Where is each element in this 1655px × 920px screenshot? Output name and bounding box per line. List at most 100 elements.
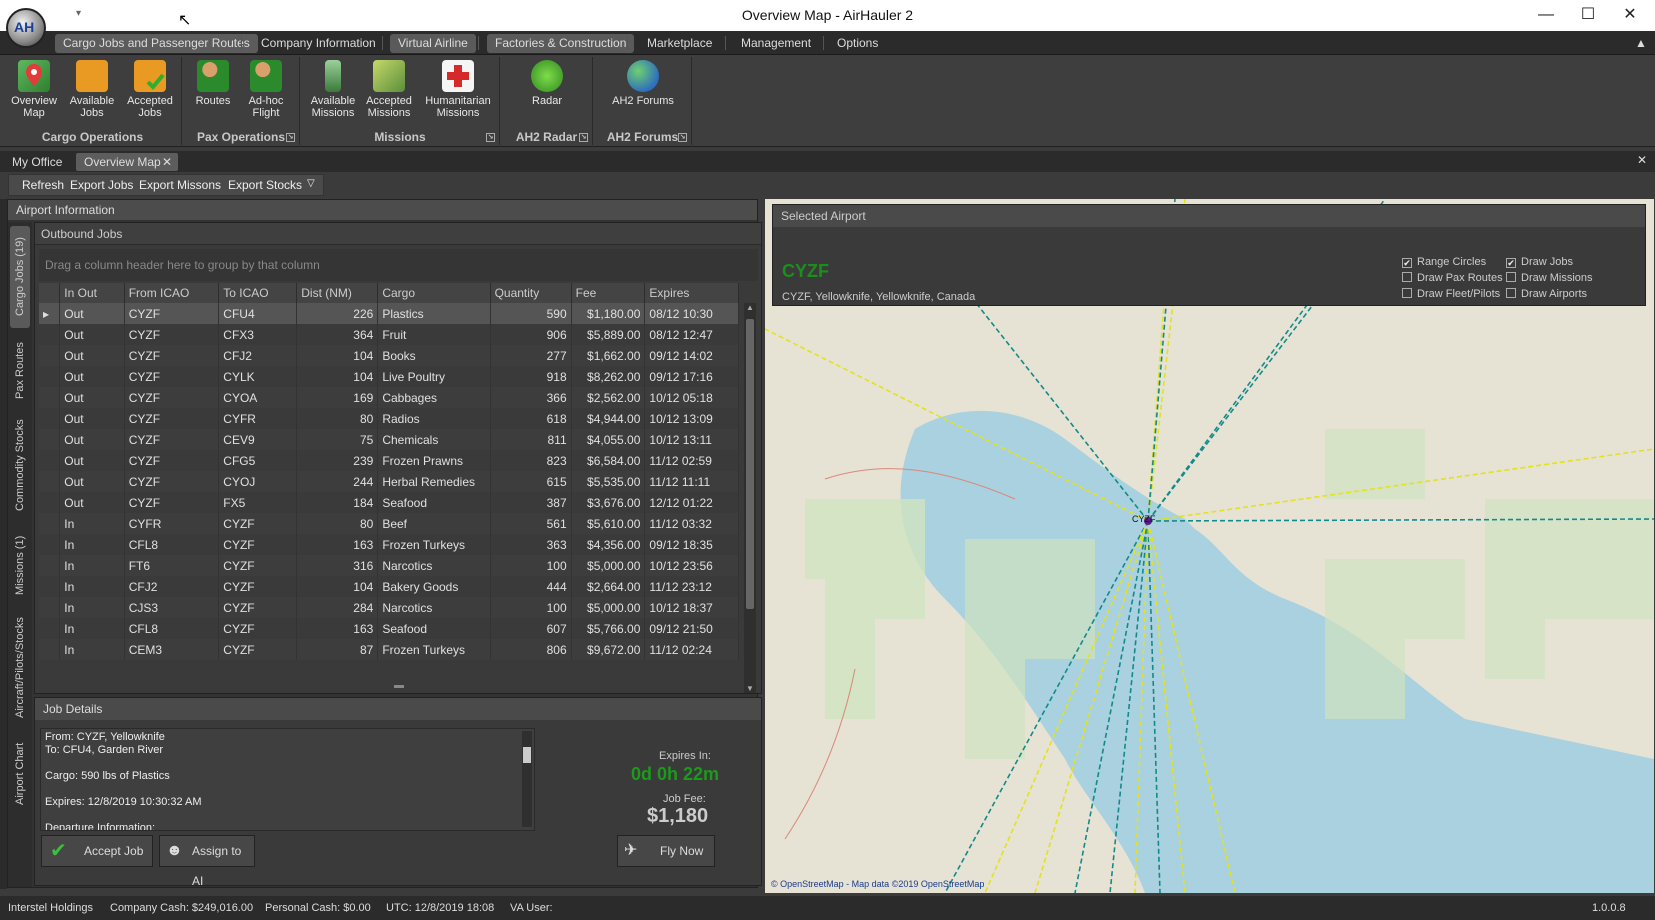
table-cell[interactable]: 823 — [490, 450, 572, 471]
close-tab-icon[interactable]: ✕ — [162, 153, 172, 171]
overview-map-button[interactable]: Overview Map — [8, 60, 60, 119]
table-cell[interactable]: Beef — [377, 513, 491, 534]
accepted-missions-button[interactable]: Accepted Missions — [363, 60, 415, 119]
draw-airports-checkbox[interactable]: Draw Airports — [1506, 288, 1587, 300]
table-cell[interactable]: 100 — [490, 597, 572, 618]
table-row[interactable]: Out CYZF CYOJ 244 Herbal Remedies 615 $5,535.0… — [39, 471, 739, 492]
table-cell[interactable]: Seafood — [377, 492, 491, 513]
available-missions-button[interactable]: Available Missions — [307, 60, 359, 119]
table-cell[interactable]: Narcotics — [377, 555, 491, 576]
table-cell[interactable]: $5,766.00 — [571, 618, 646, 639]
table-cell[interactable]: 811 — [490, 429, 572, 450]
table-cell[interactable]: CEV9 — [218, 429, 298, 450]
table-cell[interactable]: 104 — [296, 345, 379, 366]
group-by-hint[interactable]: Drag a column header here to group by th… — [39, 249, 758, 281]
tab-commodity-stocks[interactable]: Commodity Stocks — [10, 410, 30, 520]
table-cell[interactable]: In — [59, 513, 125, 534]
table-cell[interactable]: 607 — [490, 618, 572, 639]
table-row[interactable]: Out CYZF CFG5 239 Frozen Prawns 823 $6,584.00 1… — [39, 450, 739, 471]
table-cell[interactable]: CYZF — [124, 471, 220, 492]
accepted-jobs-button[interactable]: Accepted Jobs — [122, 60, 178, 119]
table-cell[interactable]: CYZF — [124, 492, 220, 513]
table-cell[interactable]: 615 — [490, 471, 572, 492]
table-cell[interactable]: CYLK — [218, 366, 298, 387]
column-header[interactable]: Quantity — [490, 283, 572, 303]
table-cell[interactable]: 906 — [490, 324, 572, 345]
range-circles-checkbox[interactable]: ✔ Range Circles — [1402, 256, 1486, 268]
accept-job-button[interactable]: ✔ Accept Job — [41, 835, 153, 867]
export-stocks-button[interactable]: Export Stocks — [228, 178, 302, 192]
table-cell[interactable]: CYZF — [124, 324, 220, 345]
table-row[interactable]: In CFL8 CYZF 163 Frozen Turkeys 363 $4,356.00 0… — [39, 534, 739, 555]
tab-missions[interactable]: Missions (1) — [10, 525, 30, 605]
table-cell[interactable]: 163 — [296, 534, 379, 555]
table-row[interactable]: In FT6 CYZF 316 Narcotics 100 $5,000.00 10/12 2… — [39, 555, 739, 576]
table-cell[interactable]: FT6 — [124, 555, 220, 576]
table-cell[interactable]: 10/12 13:09 — [644, 408, 739, 429]
table-cell[interactable]: 363 — [490, 534, 572, 555]
table-cell[interactable]: 11/12 03:32 — [644, 513, 739, 534]
tab-airport-chart[interactable]: Airport Chart — [10, 734, 30, 814]
table-cell[interactable]: 590 — [490, 303, 572, 324]
overview-map[interactable]: CYZF Selected Airport CYZF CYZF, Yellowk… — [765, 199, 1654, 893]
table-cell[interactable]: Frozen Turkeys — [377, 534, 491, 555]
ah2-forums-button[interactable]: AH2 Forums — [606, 60, 680, 107]
table-cell[interactable]: CYZF — [218, 513, 298, 534]
table-row[interactable]: In CFJ2 CYZF 104 Bakery Goods 444 $2,664.00 11/… — [39, 576, 739, 597]
table-cell[interactable]: Bakery Goods — [377, 576, 491, 597]
table-cell[interactable]: $4,356.00 — [571, 534, 646, 555]
table-cell[interactable]: $5,000.00 — [571, 555, 646, 576]
table-cell[interactable]: CYZF — [218, 555, 298, 576]
table-cell[interactable]: 80 — [296, 408, 379, 429]
table-cell[interactable]: 226 — [296, 303, 379, 324]
assign-to-ai-button[interactable]: ☻ Assign to AI — [159, 835, 255, 888]
table-cell[interactable]: Frozen Prawns — [377, 450, 491, 471]
draw-pax-routes-checkbox[interactable]: Draw Pax Routes — [1402, 272, 1503, 284]
column-header[interactable]: In Out — [59, 283, 125, 303]
airport-map-label[interactable]: CYZF — [1132, 514, 1156, 524]
maximize-button[interactable]: ☐ — [1573, 4, 1603, 26]
refresh-button[interactable]: Refresh — [22, 178, 64, 192]
table-cell[interactable]: 618 — [490, 408, 572, 429]
table-row[interactable]: In CJS3 CYZF 284 Narcotics 100 $5,000.00 10/12 … — [39, 597, 739, 618]
table-row[interactable]: Out CYZF CYLK 104 Live Poultry 918 $8,262.00 09… — [39, 366, 739, 387]
column-header[interactable]: Cargo — [377, 283, 491, 303]
table-cell[interactable]: 10/12 18:37 — [644, 597, 739, 618]
draw-fleet-pilots-checkbox[interactable]: Draw Fleet/Pilots — [1402, 288, 1500, 300]
table-cell[interactable]: CYZF — [124, 303, 220, 324]
table-cell[interactable]: Out — [59, 471, 125, 492]
table-cell[interactable]: In — [59, 534, 125, 555]
table-cell[interactable]: CYZF — [218, 618, 298, 639]
table-row[interactable]: Out CYZF CYOA 169 Cabbages 366 $2,562.00 10/12 … — [39, 387, 739, 408]
adhoc-flight-button[interactable]: Ad-hoc Flight — [239, 60, 293, 119]
table-cell[interactable]: $5,535.00 — [571, 471, 646, 492]
table-cell[interactable]: CYZF — [124, 429, 220, 450]
table-cell[interactable]: Out — [59, 303, 125, 324]
fly-now-button[interactable]: ✈ Fly Now — [617, 835, 715, 867]
table-cell[interactable]: CEM3 — [124, 639, 220, 660]
table-cell[interactable]: $1,180.00 — [571, 303, 646, 324]
table-cell[interactable]: $4,055.00 — [571, 429, 646, 450]
draw-missions-checkbox[interactable]: Draw Missions — [1506, 272, 1593, 284]
table-cell[interactable]: CFL8 — [124, 534, 220, 555]
table-cell[interactable]: Live Poultry — [377, 366, 491, 387]
table-cell[interactable]: 09/12 14:02 — [644, 345, 739, 366]
table-cell[interactable]: Out — [59, 387, 125, 408]
table-cell[interactable]: 11/12 02:24 — [644, 639, 739, 660]
table-cell[interactable]: $4,944.00 — [571, 408, 646, 429]
table-cell[interactable]: CYZF — [124, 408, 220, 429]
table-cell[interactable]: 11/12 02:59 — [644, 450, 739, 471]
table-cell[interactable]: 561 — [490, 513, 572, 534]
table-cell[interactable]: 387 — [490, 492, 572, 513]
table-cell[interactable]: CYZF — [124, 387, 220, 408]
table-cell[interactable]: CFJ2 — [124, 576, 220, 597]
humanitarian-missions-button[interactable]: Humanitarian Missions — [421, 60, 495, 119]
table-cell[interactable]: 104 — [296, 576, 379, 597]
table-cell[interactable]: 277 — [490, 345, 572, 366]
table-cell[interactable]: 366 — [490, 387, 572, 408]
table-cell[interactable]: CFL8 — [124, 618, 220, 639]
table-cell[interactable]: 12/12 01:22 — [644, 492, 739, 513]
table-row[interactable]: Out CYZF CFJ2 104 Books 277 $1,662.00 09/12 14:… — [39, 345, 739, 366]
table-cell[interactable]: 11/12 11:11 — [644, 471, 739, 492]
table-cell[interactable]: Out — [59, 366, 125, 387]
